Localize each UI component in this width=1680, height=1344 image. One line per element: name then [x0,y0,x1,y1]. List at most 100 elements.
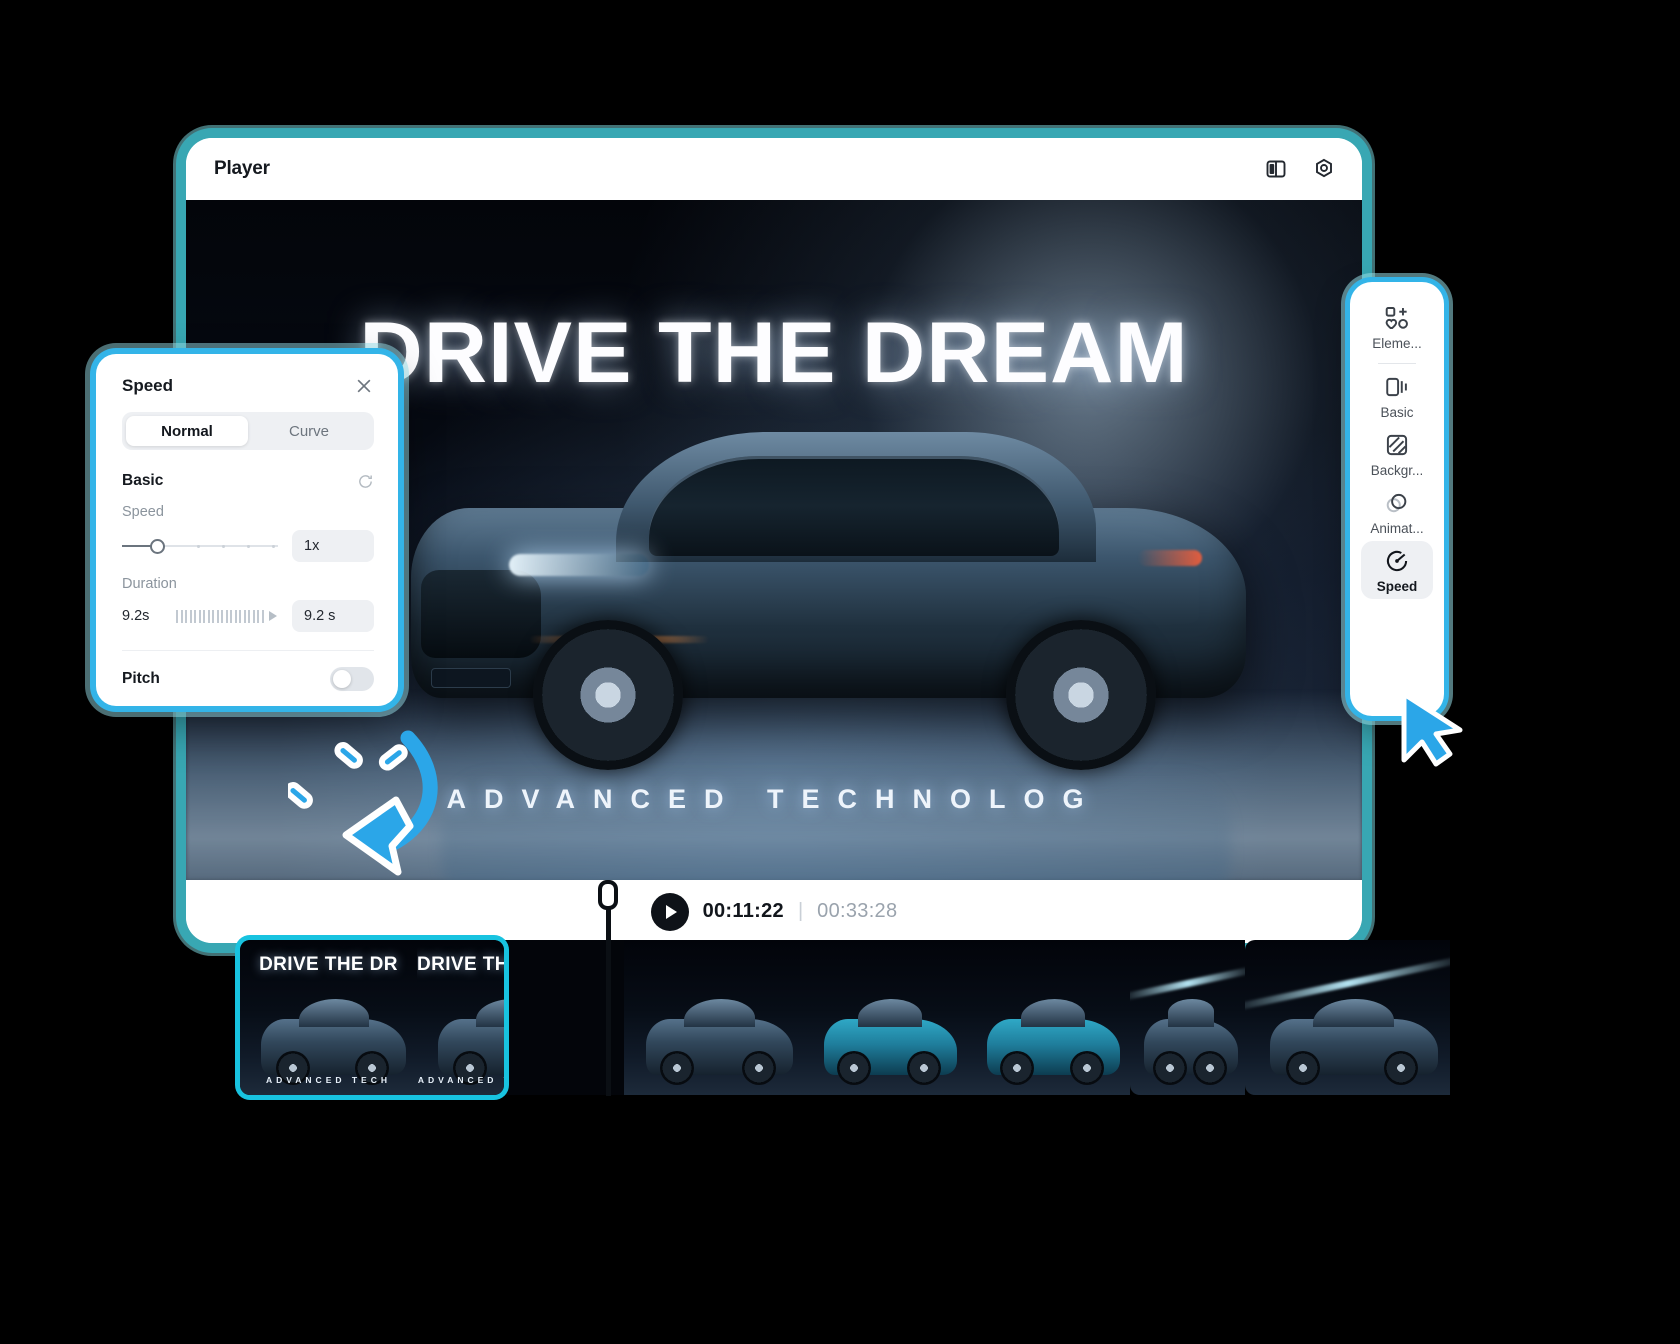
timeline-clip-selected[interactable]: DRIVE THE DR ADVANCED TECH DRIVE THE DRE… [240,940,504,1095]
timeline-thumbnail[interactable] [967,940,1130,1095]
duration-waveform[interactable] [176,608,278,624]
slider-tick [271,544,275,548]
duration-value-input[interactable]: 9.2 s [292,600,374,632]
total-time: 00:33:28 [817,900,898,922]
car-wheel-front [533,620,683,770]
sidebar-item-speed[interactable]: Speed [1361,541,1433,599]
sidebar-item-basic[interactable]: Basic [1361,367,1433,425]
thumbnail-subtitle: ADVANCED TECH [265,1075,392,1085]
speed-slider[interactable] [122,537,278,555]
thumbnail-car [1143,999,1239,1085]
sidebar-divider [1378,363,1416,364]
duration-arrow-icon [269,611,277,621]
layout-panel-icon[interactable] [1264,157,1288,181]
thumbnail-wheel [1192,1051,1227,1085]
play-icon [665,904,677,919]
speed-icon [1386,550,1408,572]
thumbnail-car-roof [298,999,369,1027]
current-time: 00:11:22 [702,900,784,922]
play-button[interactable] [650,892,689,931]
sidebar-item-background[interactable]: Backgr... [1361,425,1433,483]
sidebar-item-label: Backgr... [1370,463,1424,478]
timeline-playhead[interactable] [598,880,618,1096]
tab-normal[interactable]: Normal [126,416,248,446]
panel-divider [122,650,374,651]
thumbnail-car-roof [683,999,755,1027]
time-separator: | [797,900,804,922]
close-icon[interactable] [354,376,374,396]
sidebar-item-label: Basic [1380,405,1414,420]
thumbnail-title: DRIVE THE DREAM [417,954,504,975]
speed-panel-header: Speed [122,376,374,396]
pitch-toggle[interactable] [330,667,374,691]
timeline-thumbnail[interactable] [1130,940,1245,1095]
thumbnail-car [438,999,504,1085]
speed-panel-title: Speed [122,376,174,395]
speed-panel: Speed Normal Curve Basic Speed 1x Durati… [96,354,398,706]
duration-row: 9.2s 9.2 s [122,600,374,632]
basic-section-title: Basic [122,472,164,489]
speed-value-input[interactable]: 1x [292,530,374,562]
thumbnail-wheel [660,1051,695,1085]
timeline-strip: DRIVE THE DR ADVANCED TECH DRIVE THE DRE… [240,940,1450,1095]
basic-icon [1386,377,1407,397]
titlebar-actions [1264,157,1336,181]
thumbnail-car [986,999,1121,1085]
thumbnail-wheel [741,1051,776,1085]
timeline-thumbnail[interactable] [804,940,967,1095]
thumbnail-car-roof [1168,999,1214,1027]
car-license-plate [431,668,511,688]
thumbnail-car [645,999,794,1085]
playback-controls: 00:11:22 | 00:33:28 [186,880,1362,943]
thumbnail-wheel [836,1051,871,1085]
timeline-thumbnail[interactable] [1245,940,1450,1095]
timeline-thumbnail[interactable]: DRIVE THE DREAM ADVANCED TECHNOLOG [417,940,504,1095]
sidebar-item-label: Speed [1376,579,1418,594]
slider-tick [246,544,250,548]
sidebar-item-label: Eleme... [1372,336,1422,351]
slider-fill [122,545,154,547]
timeline-thumbnail[interactable]: DRIVE THE DR ADVANCED TECH [240,940,417,1095]
slider-tick [221,544,225,548]
thumbnail-car-roof [476,999,504,1027]
car-illustration [411,422,1246,880]
car-glass [649,456,1059,556]
player-titlebar: Player [186,138,1362,200]
reset-icon[interactable] [357,473,374,490]
page-title: Player [214,158,270,179]
thumbnail-car-roof [858,999,923,1027]
car-headlight [509,554,649,576]
car-wheel-rear [1006,620,1156,770]
thumbnail-wheel [907,1051,942,1085]
speed-mode-tabs: Normal Curve [122,412,374,450]
speed-slider-row: 1x [122,530,374,562]
duration-row-label: Duration [122,576,177,592]
thumbnail-car-roof [1313,999,1394,1027]
car-grille [421,570,541,658]
background-icon [1386,434,1408,456]
thumbnail-car [1269,999,1438,1085]
thumbnail-wheel [1153,1051,1188,1085]
sidebar-item-elements[interactable]: Eleme... [1361,298,1433,356]
slider-knob[interactable] [150,539,166,554]
tool-sidebar: Eleme... Basic Backgr... Animat... Speed [1350,282,1444,716]
timeline-thumbnail[interactable] [624,940,804,1095]
sidebar-item-label: Animat... [1370,521,1424,536]
thumbnail-title: DRIVE THE DR [259,954,398,975]
elements-icon [1385,307,1408,329]
thumbnail-car [261,999,407,1085]
basic-section-header: Basic [122,472,374,490]
playhead-stem [605,906,611,1096]
screenshot-root: Player DRIVE THE DREAM ADVANCED TECHNOLO… [0,0,1680,1344]
sidebar-item-animation[interactable]: Animat... [1361,483,1433,541]
toggle-knob [333,670,351,688]
thumbnail-subtitle: ADVANCED TECHNOLOG [417,1075,504,1085]
tab-curve[interactable]: Curve [248,416,370,446]
thumbnail-wheel [1286,1051,1321,1085]
speed-row-label: Speed [122,504,164,520]
thumbnail-car [823,999,958,1085]
settings-gear-icon[interactable] [1312,157,1336,181]
video-subline: ADVANCED TECHNOLOG [446,784,1102,814]
thumbnail-wheel [1070,1051,1105,1085]
thumbnail-light-streak [1130,966,1245,1002]
